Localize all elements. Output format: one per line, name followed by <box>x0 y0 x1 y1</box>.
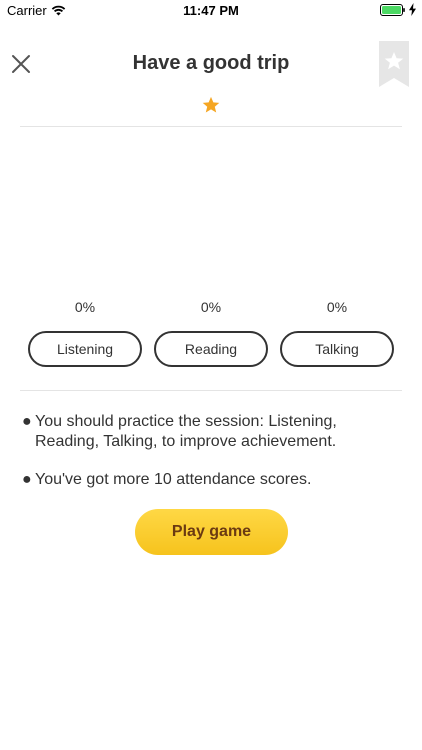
advice-item: ● You should practice the session: Liste… <box>22 412 402 452</box>
skill-percent: 0% <box>74 299 96 315</box>
skill-talking: 0% Talking <box>280 297 394 367</box>
bullet: ● <box>22 471 32 488</box>
page-title: Have a good trip <box>132 52 290 74</box>
advice-item: ● You've got more 10 attendance scores. <box>22 470 402 490</box>
bullet: ● <box>22 413 32 430</box>
skill-percent: 0% <box>326 299 348 315</box>
advice-text: You've got more 10 attendance scores. <box>35 471 312 488</box>
status-time: 11:47 PM <box>183 3 239 18</box>
advice-text: You should practice the session: Listeni… <box>35 413 337 450</box>
star-rating <box>0 96 422 119</box>
battery-icon <box>380 4 405 16</box>
bookmark-button[interactable] <box>379 41 409 87</box>
status-bar: Carrier 11:47 PM <box>0 0 422 22</box>
listening-button[interactable]: Listening <box>28 331 142 367</box>
middle-divider <box>20 390 402 391</box>
play-game-button[interactable]: Play game <box>135 509 288 555</box>
talking-button[interactable]: Talking <box>280 331 394 367</box>
star-icon <box>202 96 220 113</box>
bookmark-star-icon <box>379 41 409 87</box>
top-divider <box>20 126 402 127</box>
skill-listening: 0% Listening <box>28 297 142 367</box>
reading-button[interactable]: Reading <box>154 331 268 367</box>
advice-list: ● You should practice the session: Liste… <box>22 412 402 508</box>
skill-percent: 0% <box>200 299 222 315</box>
charging-bolt-icon <box>409 3 416 16</box>
skill-reading: 0% Reading <box>154 297 268 367</box>
